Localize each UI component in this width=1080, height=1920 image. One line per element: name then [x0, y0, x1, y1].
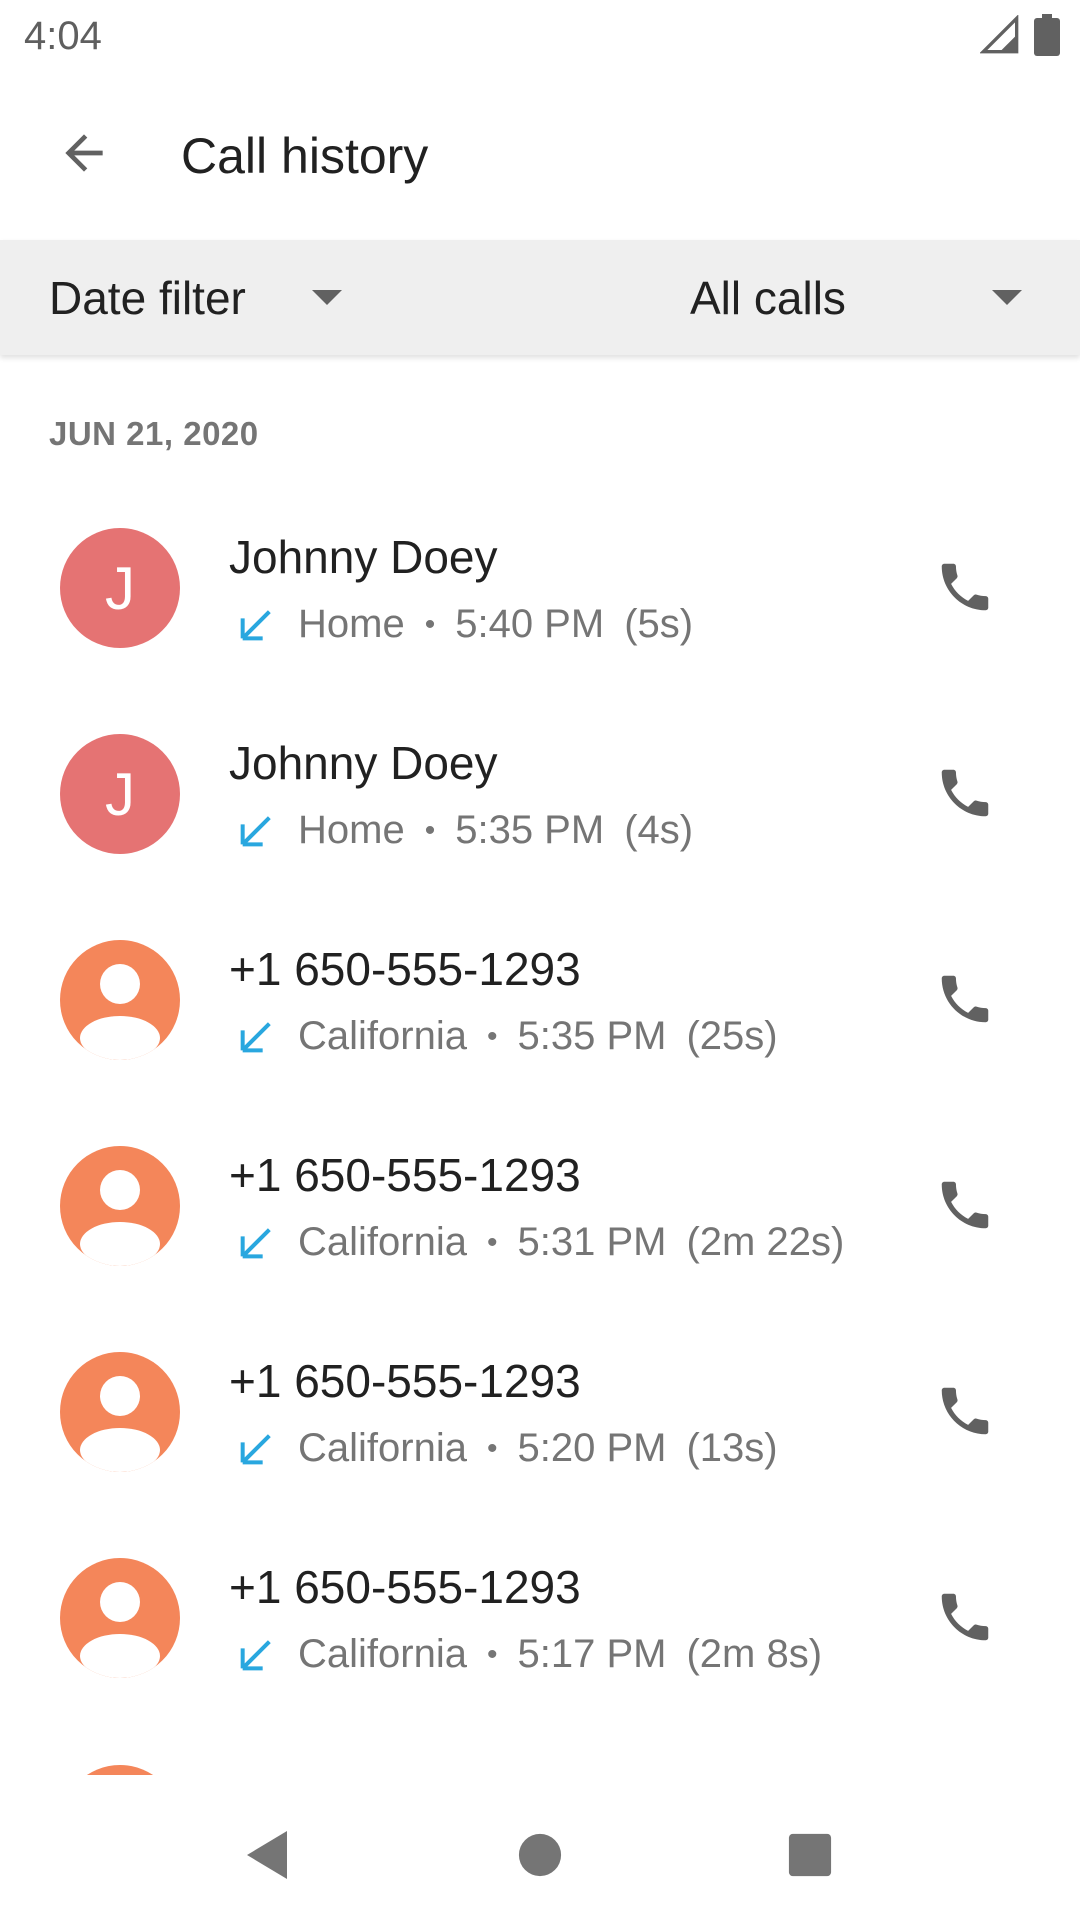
call-duration: (13s)	[686, 1426, 778, 1470]
dropdown-arrow-icon	[312, 290, 342, 305]
nav-recents-button[interactable]	[770, 1815, 850, 1895]
call-back-button[interactable]	[920, 542, 1010, 632]
avatar[interactable]	[60, 1146, 180, 1266]
separator-dot: •	[424, 813, 436, 847]
call-duration: (25s)	[686, 1014, 778, 1058]
call-duration: (4s)	[624, 808, 694, 852]
call-details: Home • 5:40 PM (5s)	[236, 602, 693, 647]
person-icon	[80, 964, 160, 1060]
phone-icon	[941, 769, 989, 817]
incoming-call-arrow-icon	[240, 815, 271, 846]
call-list: J Johnny Doey Home • 5:40 PM (5s) J John…	[0, 500, 1080, 1736]
avatar[interactable]: J	[60, 528, 180, 648]
avatar[interactable]	[60, 1352, 180, 1472]
status-bar: 4:04	[0, 0, 1080, 75]
call-duration: (2m 8s)	[686, 1632, 823, 1676]
arrow-back-icon	[65, 134, 103, 172]
call-row[interactable]: +1 650-555-1293 California • 5:17 PM (2m…	[0, 1530, 1080, 1736]
call-back-button[interactable]	[920, 1366, 1010, 1456]
app-bar: Call history	[0, 75, 1080, 240]
call-row[interactable]: +1 650-555-1293 California • 5:35 PM (25…	[0, 912, 1080, 1118]
caller-name: Johnny Doey	[229, 737, 498, 789]
separator-dot: •	[486, 1637, 498, 1671]
avatar[interactable]: J	[60, 734, 180, 854]
call-time: 5:31 PM	[517, 1220, 667, 1264]
phone-icon	[941, 563, 989, 611]
phone-icon	[941, 1387, 989, 1435]
caller-name: +1 650-555-1293	[229, 1561, 581, 1613]
call-details: California • 5:20 PM (13s)	[236, 1426, 778, 1471]
call-time: 5:20 PM	[517, 1426, 667, 1470]
back-button[interactable]	[44, 113, 124, 193]
call-time: 5:35 PM	[455, 808, 605, 852]
page-title: Call history	[181, 128, 429, 184]
call-label: California	[298, 1632, 467, 1676]
person-icon	[80, 1170, 160, 1266]
incoming-call-arrow-icon	[240, 1433, 271, 1464]
phone-icon	[941, 1181, 989, 1229]
separator-dot: •	[486, 1019, 498, 1053]
back-triangle-icon	[247, 1831, 287, 1879]
call-label: Home	[298, 602, 405, 646]
call-time: 5:35 PM	[517, 1014, 667, 1058]
avatar[interactable]	[60, 940, 180, 1060]
call-details: California • 5:17 PM (2m 8s)	[236, 1632, 822, 1677]
call-time: 5:40 PM	[455, 602, 605, 646]
incoming-call-arrow-icon	[240, 609, 271, 640]
call-row[interactable]: J Johnny Doey Home • 5:40 PM (5s)	[0, 500, 1080, 706]
call-back-button[interactable]	[920, 1572, 1010, 1662]
incoming-call-arrow-icon	[240, 1227, 271, 1258]
call-details: California • 5:31 PM (2m 22s)	[236, 1220, 844, 1265]
status-icons	[980, 14, 1060, 56]
call-type-dropdown[interactable]: All calls	[690, 240, 1040, 355]
home-circle-icon	[518, 1833, 562, 1877]
call-duration: (2m 22s)	[686, 1220, 845, 1264]
separator-dot: •	[486, 1225, 498, 1259]
status-time: 4:04	[24, 14, 102, 58]
call-row[interactable]: +1 650-555-1293 California • 5:31 PM (2m…	[0, 1118, 1080, 1324]
dropdown-arrow-icon	[992, 290, 1022, 305]
call-label: California	[298, 1014, 467, 1058]
caller-name: +1 650-555-1293	[229, 1149, 581, 1201]
date-filter-dropdown[interactable]: Date filter	[49, 240, 349, 355]
call-back-button[interactable]	[920, 954, 1010, 1044]
call-back-button[interactable]	[920, 748, 1010, 838]
caller-name: Johnny Doey	[229, 531, 498, 583]
person-icon	[80, 1376, 160, 1472]
separator-dot: •	[424, 607, 436, 641]
avatar[interactable]	[60, 1558, 180, 1678]
incoming-call-arrow-icon	[240, 1021, 271, 1052]
phone-icon	[941, 975, 989, 1023]
nav-home-button[interactable]	[500, 1815, 580, 1895]
phone-icon	[941, 1593, 989, 1641]
recents-square-icon	[788, 1833, 832, 1877]
battery-icon	[1034, 14, 1060, 56]
date-filter-label: Date filter	[49, 271, 246, 324]
incoming-call-arrow-icon	[240, 1639, 271, 1670]
call-row[interactable]: +1 650-555-1293 California • 5:20 PM (13…	[0, 1324, 1080, 1530]
call-label: Home	[298, 808, 405, 852]
call-row[interactable]: J Johnny Doey Home • 5:35 PM (4s)	[0, 706, 1080, 912]
nav-back-button[interactable]	[227, 1815, 307, 1895]
call-label: California	[298, 1220, 467, 1264]
caller-name: +1 650-555-1293	[229, 943, 581, 995]
system-nav-bar	[0, 1775, 1080, 1920]
call-type-label: All calls	[690, 271, 846, 324]
signal-icon	[980, 15, 1019, 54]
call-duration: (5s)	[624, 602, 694, 646]
call-time: 5:17 PM	[517, 1632, 667, 1676]
call-label: California	[298, 1426, 467, 1470]
call-details: Home • 5:35 PM (4s)	[236, 808, 693, 853]
separator-dot: •	[486, 1431, 498, 1465]
person-icon	[80, 1582, 160, 1678]
filter-bar: Date filter All calls	[0, 240, 1080, 355]
caller-name: +1 650-555-1293	[229, 1355, 581, 1407]
date-section-header: JUN 21, 2020	[49, 415, 259, 452]
call-details: California • 5:35 PM (25s)	[236, 1014, 778, 1059]
call-back-button[interactable]	[920, 1160, 1010, 1250]
